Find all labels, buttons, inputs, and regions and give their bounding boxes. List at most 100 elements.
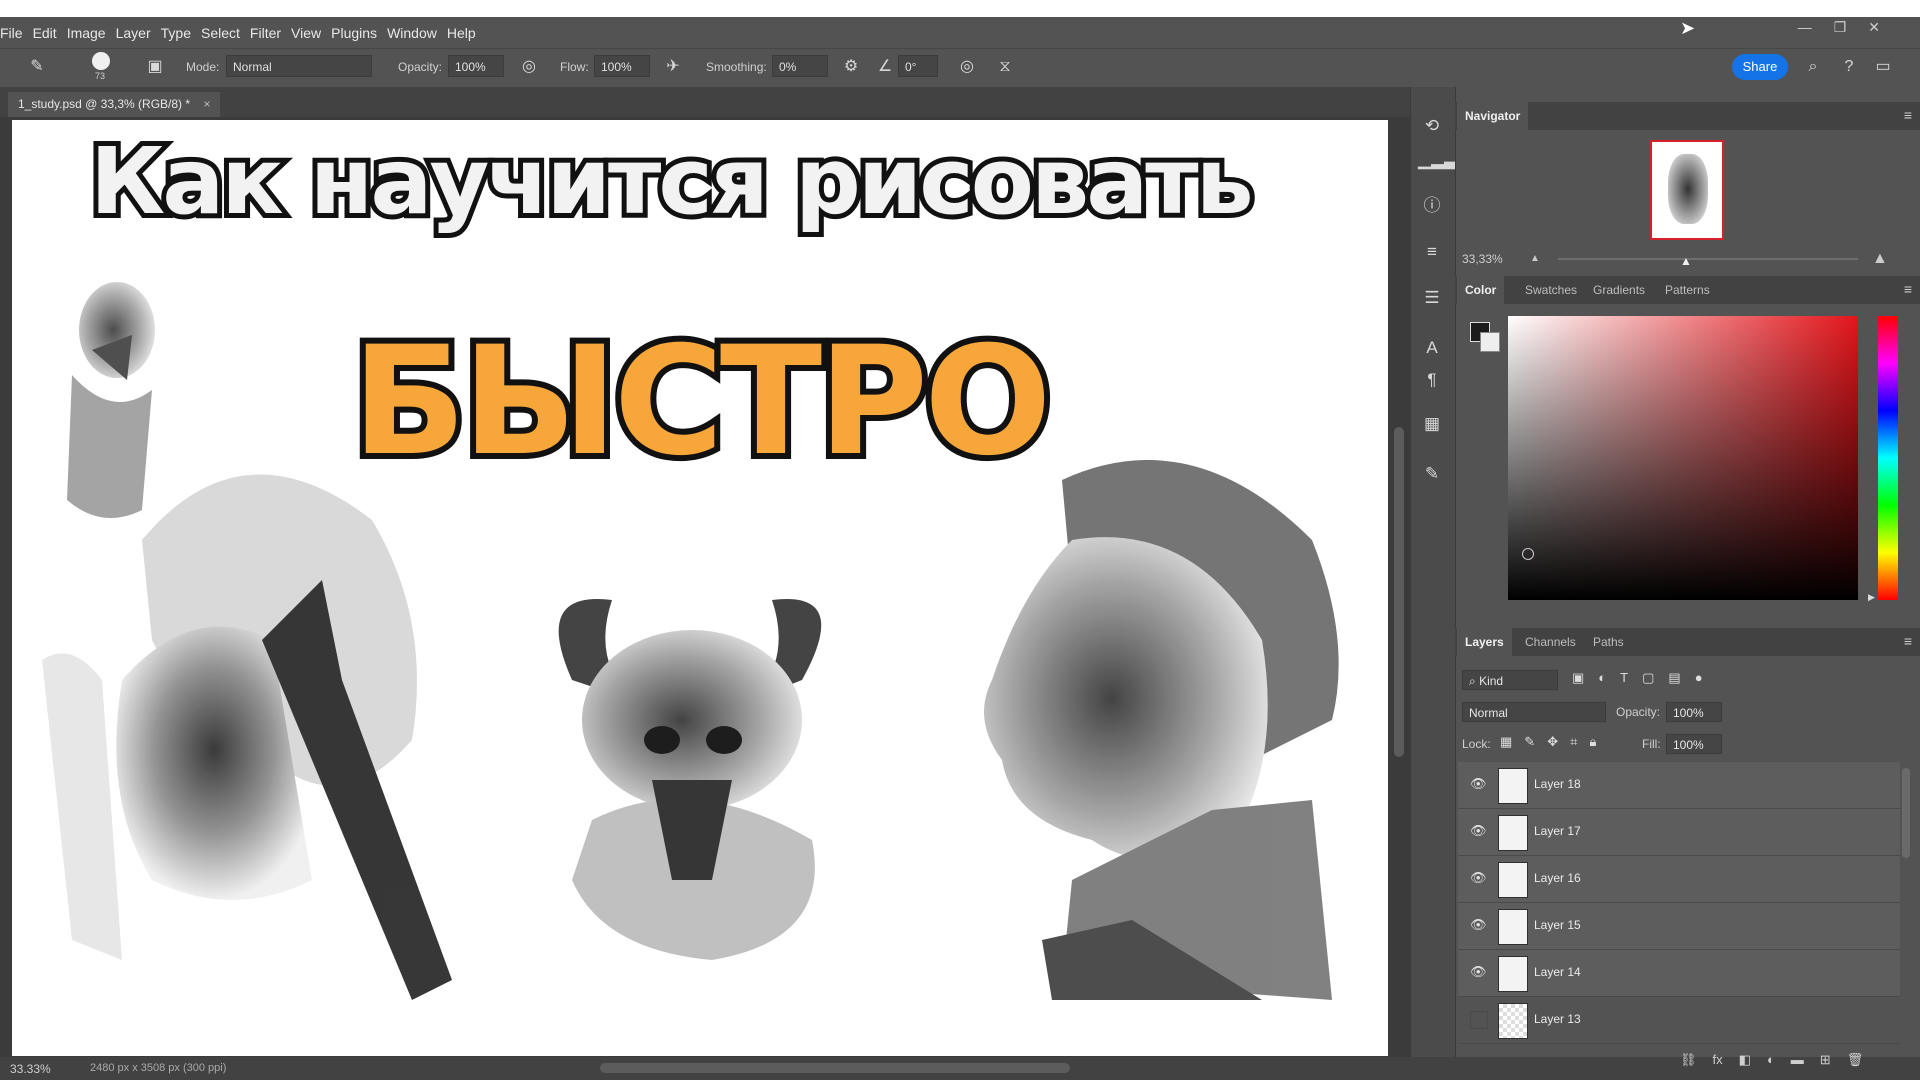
- eye-icon[interactable]: 👁︎: [1470, 870, 1487, 886]
- menu-layer[interactable]: Layer: [116, 25, 161, 41]
- tab-color[interactable]: Color: [1457, 276, 1505, 304]
- tab-channels[interactable]: Channels: [1517, 628, 1584, 656]
- tab-swatches[interactable]: Swatches: [1517, 276, 1585, 304]
- status-zoom[interactable]: 33.33%: [10, 1062, 51, 1076]
- share-button[interactable]: Share: [1732, 54, 1788, 80]
- filter-smart-object-icon[interactable]: ▤: [1668, 670, 1680, 686]
- filter-toggle-icon[interactable]: ●: [1695, 670, 1703, 686]
- menu-plugins[interactable]: Plugins: [331, 25, 387, 41]
- tab-paths[interactable]: Paths: [1585, 628, 1632, 656]
- menu-type[interactable]: Type: [161, 25, 201, 41]
- filter-pixel-icon[interactable]: ▣: [1572, 670, 1584, 686]
- menu-view[interactable]: View: [291, 25, 331, 41]
- symmetry-icon[interactable]: ⧖: [994, 56, 1016, 78]
- libraries-icon[interactable]: ▦: [1418, 410, 1446, 438]
- character-icon[interactable]: A: [1418, 334, 1446, 362]
- link-layers-icon[interactable]: ⛓: [1680, 1052, 1697, 1068]
- canvas-vertical-scrollbar[interactable]: [1388, 117, 1410, 1057]
- brush-tool-icon[interactable]: ✎: [26, 56, 48, 78]
- hue-slider[interactable]: [1878, 316, 1898, 600]
- color-picker-handle[interactable]: [1522, 548, 1534, 560]
- histogram-icon[interactable]: ▁▂▃: [1418, 146, 1457, 174]
- filter-type-icon[interactable]: T: [1620, 670, 1628, 686]
- close-icon[interactable]: ✕: [1868, 19, 1880, 36]
- pressure-opacity-icon[interactable]: ◎: [518, 56, 540, 78]
- layer-row[interactable]: 👁︎ Layer 15: [1458, 903, 1900, 950]
- layer-filter-select[interactable]: ⌕ Kind: [1462, 670, 1558, 690]
- navigator-menu-icon[interactable]: ≡: [1904, 107, 1912, 123]
- layers-menu-icon[interactable]: ≡: [1904, 633, 1912, 649]
- color-menu-icon[interactable]: ≡: [1904, 281, 1912, 297]
- lock-position-icon[interactable]: ✥: [1547, 734, 1558, 750]
- lock-all-icon[interactable]: 🔒︎: [1589, 734, 1596, 750]
- angle-input[interactable]: 0°: [898, 55, 938, 77]
- layers-scroll-thumb[interactable]: [1902, 768, 1910, 858]
- navigator-zoom-slider[interactable]: [1558, 258, 1858, 260]
- adjustment-layer-icon[interactable]: ◐: [1767, 1052, 1775, 1068]
- document-canvas[interactable]: [12, 120, 1388, 1056]
- trash-icon[interactable]: 🗑︎: [1847, 1052, 1864, 1068]
- lock-artboard-icon[interactable]: ⌗: [1570, 734, 1577, 750]
- new-group-icon[interactable]: ▬: [1791, 1052, 1804, 1068]
- tab-patterns[interactable]: Patterns: [1657, 276, 1718, 304]
- pressure-size-icon[interactable]: ◎: [956, 56, 978, 78]
- lock-image-icon[interactable]: ✎: [1524, 734, 1535, 750]
- tab-navigator[interactable]: Navigator: [1457, 102, 1529, 130]
- filter-shape-icon[interactable]: ▢: [1642, 670, 1654, 686]
- hue-slider-handle[interactable]: ▶: [1868, 592, 1875, 603]
- zoom-out-icon[interactable]: ▲: [1530, 253, 1540, 264]
- layer-row[interactable]: 👁︎ Layer 16: [1458, 856, 1900, 903]
- zoom-slider-handle[interactable]: ▲: [1680, 254, 1692, 268]
- opacity-input[interactable]: 100%: [448, 55, 504, 77]
- tab-layers[interactable]: Layers: [1457, 628, 1512, 656]
- flow-input[interactable]: 100%: [594, 55, 650, 77]
- eye-icon[interactable]: 👁︎: [1470, 776, 1487, 792]
- restore-icon[interactable]: ❐: [1834, 19, 1847, 36]
- add-mask-icon[interactable]: ◧: [1739, 1052, 1751, 1068]
- eye-icon[interactable]: 👁︎: [1470, 917, 1487, 933]
- navigator-zoom-value[interactable]: 33,33%: [1462, 252, 1503, 266]
- menu-select[interactable]: Select: [201, 25, 250, 41]
- close-tab-icon[interactable]: ×: [203, 97, 210, 111]
- brush-settings-icon[interactable]: ▣: [144, 56, 166, 78]
- fx-icon[interactable]: fx: [1713, 1052, 1723, 1068]
- menu-help[interactable]: Help: [447, 25, 486, 41]
- layer-row[interactable]: 👁︎ Layer 18: [1458, 762, 1900, 809]
- tab-gradients[interactable]: Gradients: [1585, 276, 1653, 304]
- fill-input[interactable]: 100%: [1666, 734, 1722, 754]
- eye-icon[interactable]: 👁︎: [1470, 823, 1487, 839]
- airbrush-icon[interactable]: ✈: [662, 56, 684, 78]
- eye-hidden-icon[interactable]: [1470, 1011, 1488, 1029]
- properties-icon[interactable]: ☰: [1418, 284, 1446, 312]
- color-saturation-field[interactable]: [1508, 316, 1858, 600]
- workspace-icon[interactable]: ▭: [1872, 56, 1894, 78]
- filter-adjustment-icon[interactable]: ◐: [1598, 670, 1606, 686]
- menu-file[interactable]: File: [0, 25, 33, 41]
- mode-select[interactable]: Normal: [226, 55, 372, 77]
- layer-opacity-input[interactable]: 100%: [1666, 702, 1722, 722]
- blend-mode-select[interactable]: Normal: [1462, 702, 1606, 722]
- minimize-icon[interactable]: —: [1798, 19, 1812, 36]
- brush-preset-icon[interactable]: [92, 52, 110, 70]
- smoothing-input[interactable]: 0%: [772, 55, 828, 77]
- menu-window[interactable]: Window: [387, 25, 447, 41]
- document-tab[interactable]: 1_study.psd @ 33,3% (RGB/8) * ×: [8, 92, 221, 117]
- layer-row[interactable]: 👁︎ Layer 17: [1458, 809, 1900, 856]
- info-icon[interactable]: ⓘ: [1418, 192, 1446, 220]
- layer-row[interactable]: 👁︎ Layer 14: [1458, 950, 1900, 997]
- history-icon[interactable]: ⟲: [1418, 112, 1446, 140]
- new-layer-icon[interactable]: ⊞: [1820, 1052, 1831, 1068]
- brush-panel-icon[interactable]: ✎: [1418, 460, 1446, 488]
- eye-icon[interactable]: 👁︎: [1470, 964, 1487, 980]
- menu-edit[interactable]: Edit: [33, 25, 67, 41]
- navigator-thumbnail[interactable]: [1650, 140, 1724, 240]
- lock-transparent-icon[interactable]: ▦: [1500, 734, 1512, 750]
- layer-row[interactable]: Layer 13: [1458, 997, 1900, 1044]
- scroll-thumb[interactable]: [1394, 427, 1404, 757]
- horizontal-scroll-thumb[interactable]: [600, 1063, 1070, 1073]
- paragraph-icon[interactable]: ¶: [1418, 366, 1446, 394]
- zoom-in-icon[interactable]: ▲: [1872, 250, 1888, 268]
- adjustments-icon[interactable]: ≡: [1418, 238, 1446, 266]
- background-color-swatch[interactable]: [1480, 332, 1500, 352]
- menu-image[interactable]: Image: [67, 25, 116, 41]
